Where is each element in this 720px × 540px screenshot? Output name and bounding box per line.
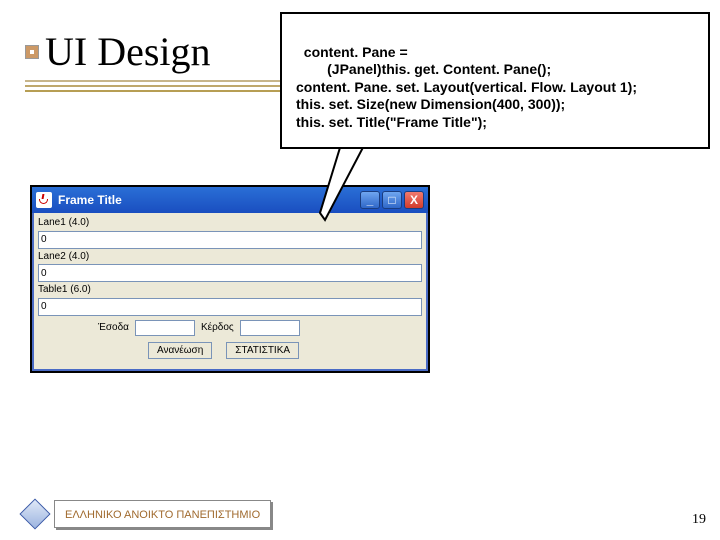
title-bullet-icon [25,45,39,59]
stats-button[interactable]: ΣΤΑΤΙΣΤΙΚΑ [226,342,299,359]
footer-text: ΕΛΛΗΝΙΚΟ ΑΝΟΙΚΤΟ ΠΑΝΕΠΙΣΤΗΜΙΟ [65,509,260,521]
totals-row: Έσοδα Κέρδος [38,320,422,336]
code-text: content. Pane = (JPanel)this. get. Conte… [296,44,637,130]
expense-input[interactable] [240,320,300,336]
lane2-label: Lane2 (4.0) [38,251,422,262]
footer-logo-icon [19,498,50,529]
footer-box: ΕΛΛΗΝΙΚΟ ΑΝΟΙΚΤΟ ΠΑΝΕΠΙΣΤΗΜΙΟ [54,500,271,528]
slide-number: 19 [692,512,706,528]
slide-title: UI Design [25,28,211,75]
income-label: Έσοδα [98,322,129,333]
button-row: Ανανέωση ΣΤΑΤΙΣΤΙΚΑ [38,342,422,359]
close-button[interactable]: X [404,191,424,209]
footer: ΕΛΛΗΝΙΚΟ ΑΝΟΙΚΤΟ ΠΑΝΕΠΙΣΤΗΜΙΟ [24,500,271,528]
frame-body: Lane1 (4.0) Lane2 (4.0) Table1 (6.0) Έσο… [32,213,428,371]
income-input[interactable] [135,320,195,336]
title-text: UI Design [45,28,211,75]
table1-input[interactable] [38,298,422,316]
expense-label: Κέρδος [201,322,234,333]
table1-label: Table1 (6.0) [38,284,422,295]
lane1-input[interactable] [38,231,422,249]
java-icon [36,192,52,208]
frame-title: Frame Title [58,193,122,207]
refresh-button[interactable]: Ανανέωση [148,342,212,359]
code-callout: content. Pane = (JPanel)this. get. Conte… [280,12,710,149]
lane2-input[interactable] [38,264,422,282]
